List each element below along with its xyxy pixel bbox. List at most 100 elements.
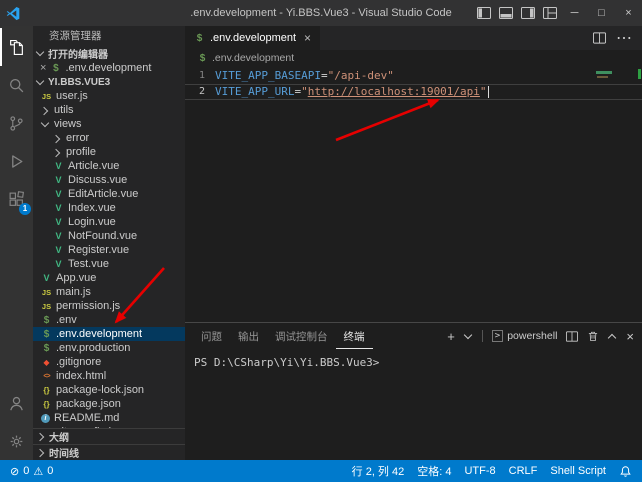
tree-item-label: main.js — [56, 286, 91, 298]
tree-item-editarticle-vue[interactable]: V EditArticle.vue — [33, 187, 185, 201]
close-window-button[interactable]: × — [615, 0, 642, 26]
code-editor: 1VITE_APP_BASEAPI="/api-dev"2VITE_APP_UR… — [185, 68, 642, 100]
cursor-position[interactable]: 行 2, 列 42 — [352, 463, 405, 479]
minimize-button[interactable]: ─ — [561, 0, 588, 26]
tree-item-label: .env.development — [56, 328, 142, 340]
close-panel-icon[interactable]: × — [626, 330, 634, 343]
tree-item-label: Test.vue — [68, 258, 109, 270]
tree-item-gitignore[interactable]: ◆.gitignore — [33, 355, 185, 369]
toggle-panel-icon[interactable] — [495, 0, 517, 26]
panel-tab[interactable]: 问题 — [193, 323, 230, 349]
powershell-icon: > — [492, 330, 503, 342]
close-tab-icon[interactable]: × — [304, 31, 311, 45]
customize-layout-icon[interactable] — [539, 0, 561, 26]
encoding[interactable]: UTF-8 — [464, 465, 495, 477]
settings-gear-icon[interactable] — [0, 422, 33, 460]
eol-sequence[interactable]: CRLF — [509, 465, 538, 477]
tree-item-env[interactable]: $.env — [33, 313, 185, 327]
tree-item-user-js[interactable]: JSuser.js — [33, 89, 185, 103]
project-header[interactable]: YI.BBS.VUE3 — [33, 75, 185, 89]
tree-item-label: EditArticle.vue — [68, 188, 138, 200]
toggle-secondary-sidebar-icon[interactable] — [517, 0, 539, 26]
tree-item-label: permission.js — [56, 300, 120, 312]
tree-item-permission-js[interactable]: JS permission.js — [33, 299, 185, 313]
terminal-content[interactable]: PS D:\CSharp\Yi\Yi.BBS.Vue3> — [185, 349, 642, 376]
tree-item-error[interactable]: error — [33, 131, 185, 145]
panel-tab[interactable]: 终端 — [336, 323, 373, 349]
maximize-panel-icon[interactable] — [608, 332, 617, 341]
bottom-panel: 问题输出调试控制台终端 + > powershell — [185, 322, 642, 460]
split-editor-icon[interactable] — [593, 32, 606, 44]
new-terminal-icon[interactable]: + — [447, 330, 455, 343]
env-file-icon: $ — [50, 63, 61, 74]
editor-tab-env-development[interactable]: $ .env.development × — [185, 26, 320, 50]
tree-item-login-vue[interactable]: VLogin.vue — [33, 215, 185, 229]
tree-item-readme-md[interactable]: iREADME.md — [33, 411, 185, 425]
tree-item-env-development[interactable]: $.env.development — [33, 327, 185, 341]
terminal-dropdown-icon[interactable] — [464, 332, 473, 341]
tree-item-discuss-vue[interactable]: VDiscuss.vue — [33, 173, 185, 187]
open-editor-item[interactable]: × $ .env.development — [33, 61, 185, 75]
json-file-icon: {} — [41, 400, 52, 409]
more-actions-icon[interactable]: ⋯ — [616, 28, 632, 48]
tab-label: .env.development — [210, 32, 296, 44]
notifications-bell-icon[interactable] — [619, 465, 632, 478]
tree-item-label: views — [54, 118, 82, 130]
json-file-icon: {} — [41, 386, 52, 395]
tree-item-register-vue[interactable]: VRegister.vue — [33, 243, 185, 257]
open-editors-header[interactable]: 打开的编辑器 — [33, 46, 185, 61]
tree-item-label: .gitignore — [56, 356, 101, 368]
panel-tab[interactable]: 输出 — [230, 323, 267, 349]
status-bar: ⊘ 0 ⚠ 0 行 2, 列 42 空格: 4 UTF-8 CRLF Shell… — [0, 460, 642, 482]
account-icon[interactable] — [0, 384, 33, 422]
explorer-icon[interactable] — [0, 28, 33, 66]
search-icon[interactable] — [0, 66, 33, 104]
tree-item-article-vue[interactable]: VArticle.vue — [33, 159, 185, 173]
js-file-icon: JS — [41, 302, 52, 311]
tree-item-package-lock-json[interactable]: {}package-lock.json — [33, 383, 185, 397]
split-terminal-icon[interactable] — [566, 331, 578, 342]
tree-item-env-production[interactable]: $.env.production — [33, 341, 185, 355]
tree-item-label: README.md — [54, 412, 119, 424]
run-debug-icon[interactable] — [0, 142, 33, 180]
toggle-sidebar-icon[interactable] — [473, 0, 495, 26]
panel-tab[interactable]: 调试控制台 — [267, 323, 336, 349]
vscode-logo-icon — [0, 6, 26, 21]
kill-terminal-icon[interactable] — [587, 330, 599, 342]
code-line-1[interactable]: 1VITE_APP_BASEAPI="/api-dev" — [185, 68, 642, 84]
tree-item-views[interactable]: views — [33, 117, 185, 131]
tree-item-notfound-vue[interactable]: VNotFound.vue — [33, 229, 185, 243]
indentation[interactable]: 空格: 4 — [417, 463, 451, 479]
code-line-2[interactable]: 2VITE_APP_URL="http://localhost:19001/ap… — [185, 84, 642, 100]
tree-item-package-json[interactable]: {}package.json — [33, 397, 185, 411]
titlebar-controls: ─ □ × — [473, 0, 642, 26]
chevron-right-icon — [37, 432, 46, 441]
language-mode[interactable]: Shell Script — [550, 465, 606, 477]
vue-file-icon: V — [53, 189, 64, 199]
source-control-icon[interactable] — [0, 104, 33, 142]
terminal-instance-powershell[interactable]: > powershell — [492, 330, 558, 342]
problems-status[interactable]: ⊘ 0 ⚠ 0 — [10, 465, 53, 478]
extensions-icon[interactable]: 1 — [0, 180, 33, 218]
breadcrumb[interactable]: $ .env.development — [185, 50, 642, 66]
tree-item-main-js[interactable]: JSmain.js — [33, 285, 185, 299]
close-editor-icon[interactable]: × — [40, 63, 46, 74]
tree-item-app-vue[interactable]: V App.vue — [33, 271, 185, 285]
extensions-badge: 1 — [19, 203, 31, 215]
line-number: 1 — [185, 68, 215, 84]
tree-item-label: index.html — [56, 370, 106, 382]
terminal-prompt: PS D:\CSharp\Yi\Yi.BBS.Vue3> — [194, 356, 379, 369]
tree-item-index-vue[interactable]: VIndex.vue — [33, 201, 185, 215]
tree-item-test-vue[interactable]: VTest.vue — [33, 257, 185, 271]
tree-item-profile[interactable]: profile — [33, 145, 185, 159]
outline-section[interactable]: 大纲 — [33, 428, 185, 444]
maximize-button[interactable]: □ — [588, 0, 615, 26]
main-area: 1 资源管理器 打开的编辑器 × $ .env.development — [0, 26, 642, 460]
tree-item-index-html[interactable]: <>index.html — [33, 369, 185, 383]
tree-item-label: App.vue — [56, 272, 96, 284]
file-tree: JSuser.jsutilsviewserrorprofileVArticle.… — [33, 89, 185, 428]
vue-file-icon: V — [41, 273, 52, 283]
tree-item-utils[interactable]: utils — [33, 103, 185, 117]
tree-item-label: Article.vue — [68, 160, 119, 172]
timeline-section[interactable]: 时间线 — [33, 444, 185, 460]
